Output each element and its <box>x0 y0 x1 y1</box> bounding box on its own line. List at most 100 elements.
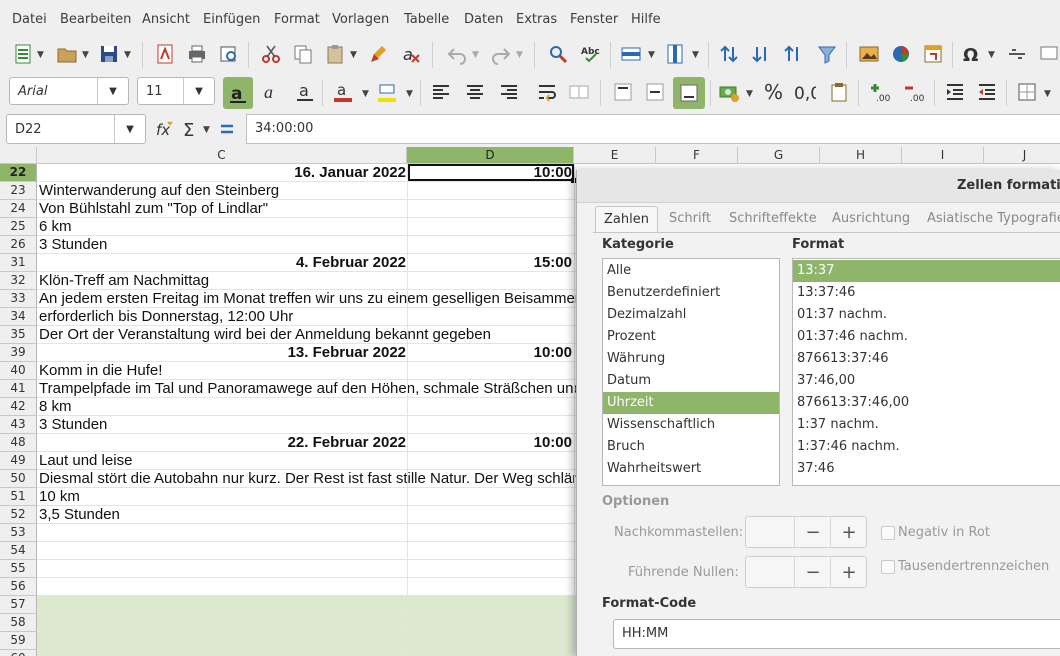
row-header[interactable]: 54 <box>0 542 37 560</box>
menu-einfuegen[interactable]: Einfügen <box>203 12 260 27</box>
insert-image-icon[interactable] <box>856 41 882 67</box>
row-header[interactable]: 43 <box>0 416 37 434</box>
column-header-d[interactable]: D <box>407 147 574 164</box>
format-item[interactable]: 01:37:46 nachm. <box>793 326 1060 348</box>
format-item[interactable]: 876613:37:46 <box>793 348 1060 370</box>
align-center-icon[interactable] <box>462 79 488 105</box>
menu-vorlagen[interactable]: Vorlagen <box>332 12 389 27</box>
row-header[interactable]: 58 <box>0 614 37 632</box>
comment-icon[interactable] <box>1036 41 1060 67</box>
row-header[interactable]: 59 <box>0 632 37 650</box>
column-header-i[interactable]: I <box>902 147 984 164</box>
cell-c[interactable]: 3 Stunden <box>39 416 107 434</box>
cell-d[interactable]: 15:00 <box>534 254 572 272</box>
row-header[interactable]: 39 <box>0 344 37 362</box>
cut-icon[interactable] <box>258 41 284 67</box>
tab-schrift[interactable]: Schrift <box>669 206 711 232</box>
format-item[interactable]: 13:37 <box>793 260 1060 282</box>
decrease-indent-icon[interactable] <box>974 79 1000 105</box>
row-header[interactable]: 23 <box>0 182 37 200</box>
minus-icon[interactable]: − <box>794 517 831 547</box>
table-row[interactable] <box>37 632 577 650</box>
category-list[interactable]: Alle Benutzerdefiniert Dezimalzahl Prozent W… <box>602 258 780 486</box>
align-top-icon[interactable] <box>610 79 636 105</box>
table-row[interactable] <box>37 596 577 614</box>
table-row[interactable] <box>37 650 577 656</box>
table-row[interactable] <box>37 578 577 596</box>
italic-icon[interactable]: a <box>258 79 284 105</box>
cell-c[interactable]: 3 Stunden <box>39 236 107 254</box>
column-header-e[interactable]: E <box>574 147 656 164</box>
format-item[interactable]: 1:37 nachm. <box>793 414 1060 436</box>
chevron-down-icon[interactable]: ▼ <box>988 50 995 60</box>
table-row[interactable] <box>37 416 577 434</box>
sort-ascending-icon[interactable] <box>780 41 806 67</box>
table-row[interactable] <box>37 524 577 542</box>
chevron-down-icon[interactable]: ▼ <box>1044 89 1051 99</box>
bold-icon[interactable]: a <box>223 77 253 109</box>
increase-indent-icon[interactable] <box>942 79 968 105</box>
highlight-color-icon[interactable] <box>374 79 400 105</box>
category-item[interactable]: Prozent <box>603 326 779 348</box>
print-icon[interactable] <box>184 41 210 67</box>
row-header[interactable]: 48 <box>0 434 37 452</box>
menu-datei[interactable]: Datei <box>12 12 47 27</box>
column-header-h[interactable]: H <box>820 147 902 164</box>
row-header[interactable]: 40 <box>0 362 37 380</box>
clear-formatting-icon[interactable]: a <box>398 41 424 67</box>
column-icon[interactable] <box>662 41 688 67</box>
format-item[interactable]: 01:37 nachm. <box>793 304 1060 326</box>
menu-bearbeiten[interactable]: Bearbeiten <box>60 12 131 27</box>
new-document-icon[interactable] <box>10 41 36 67</box>
row-header[interactable]: 42 <box>0 398 37 416</box>
decimals-spinner[interactable]: − + <box>745 516 867 548</box>
menu-format[interactable]: Format <box>274 12 320 27</box>
chevron-down-icon[interactable]: ▼ <box>472 50 479 60</box>
open-folder-icon[interactable] <box>54 41 80 67</box>
row-header[interactable]: 35 <box>0 326 37 344</box>
row-header[interactable]: 32 <box>0 272 37 290</box>
chevron-down-icon[interactable]: ▼ <box>350 50 357 60</box>
table-row[interactable] <box>37 542 577 560</box>
column-header-j[interactable]: J <box>984 147 1060 164</box>
special-character-icon[interactable]: Ω <box>958 41 984 67</box>
chevron-down-icon[interactable]: ▼ <box>516 50 523 60</box>
align-middle-icon[interactable] <box>642 79 668 105</box>
merge-cells-icon[interactable] <box>566 79 592 105</box>
cell-c[interactable]: erforderlich bis Donnerstag, 12:00 Uhr <box>39 308 293 326</box>
tab-zahlen[interactable]: Zahlen <box>595 206 658 233</box>
category-item[interactable]: Alle <box>603 260 779 282</box>
cell-c[interactable]: 13. Februar 2022 <box>288 344 406 362</box>
negative-red-checkbox[interactable] <box>881 526 895 540</box>
cell-c[interactable]: Komm in die Hufe! <box>39 362 162 380</box>
category-item[interactable]: Währung <box>603 348 779 370</box>
font-name-combo[interactable]: Arial ▼ <box>9 77 129 105</box>
column-header-c[interactable]: C <box>37 147 407 164</box>
align-right-icon[interactable] <box>496 79 522 105</box>
menu-tabelle[interactable]: Tabelle <box>404 12 449 27</box>
category-item[interactable]: Dezimalzahl <box>603 304 779 326</box>
menu-daten[interactable]: Daten <box>464 12 503 27</box>
chevron-down-icon[interactable]: ▼ <box>692 50 699 60</box>
row-header[interactable]: 24 <box>0 200 37 218</box>
category-item[interactable]: Datum <box>603 370 779 392</box>
row-header[interactable]: 53 <box>0 524 37 542</box>
clone-formatting-icon[interactable] <box>366 41 392 67</box>
cell-c[interactable]: 16. Januar 2022 <box>294 164 406 182</box>
corner-select-all[interactable] <box>0 147 37 164</box>
cell-c[interactable]: 22. Februar 2022 <box>288 434 406 452</box>
cell-c[interactable]: Klön-Treff am Nachmittag <box>39 272 209 290</box>
plus-icon[interactable]: + <box>830 517 867 547</box>
cell-c[interactable]: Der Ort der Veranstaltung wird bei der A… <box>39 326 491 344</box>
format-item[interactable]: 876613:37:46,00 <box>793 392 1060 414</box>
category-item[interactable]: Bruch <box>603 436 779 458</box>
undo-icon[interactable] <box>444 41 470 67</box>
category-item[interactable]: Wahrheitswert <box>603 458 779 480</box>
row-header[interactable]: 60 <box>0 650 37 656</box>
number-format-icon[interactable]: 0,0 <box>792 79 818 105</box>
row-header[interactable]: 33 <box>0 290 37 308</box>
chevron-down-icon[interactable]: ▼ <box>746 89 753 99</box>
row-header[interactable]: 55 <box>0 560 37 578</box>
tab-ausrichtung[interactable]: Ausrichtung <box>832 206 910 232</box>
chevron-down-icon[interactable]: ▼ <box>82 50 89 60</box>
